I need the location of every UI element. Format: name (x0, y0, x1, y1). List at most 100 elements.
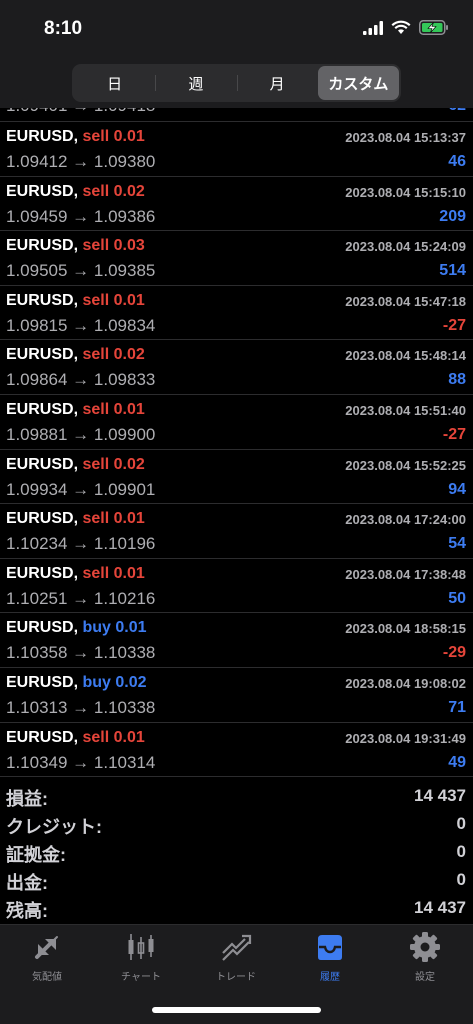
trade-row[interactable]: EURUSD, sell 0.03 2023.08.04 15:24:09 1.09… (0, 231, 473, 286)
trade-side-volume: sell 0.01 (82, 128, 145, 145)
trade-symbol: EURUSD, (6, 564, 79, 582)
trade-side-volume: buy 0.01 (82, 619, 147, 637)
trade-profit: -29 (442, 644, 466, 662)
summary-row-balance: 残高: 14 437 (0, 894, 473, 922)
trade-timestamp: 2023.08.04 19:31:49 (345, 730, 466, 746)
history-icon (318, 935, 342, 960)
trade-history-list[interactable]: 1.09401 → 1.09418 62 EURUSD, sell 0.01 20… (0, 108, 473, 778)
trade-timestamp: 2023.08.04 15:51:40 (345, 402, 466, 418)
segment-custom[interactable]: カスタム (317, 66, 399, 100)
tab-trade[interactable]: トレード (196, 931, 276, 983)
trade-symbol: EURUSD, (6, 291, 79, 309)
tab-history[interactable]: 履歴 (290, 931, 370, 983)
trade-prices: 1.09881 → 1.09900 (6, 424, 156, 444)
trade-symbol: EURUSD, (6, 346, 79, 364)
trade-side-volume: sell 0.03 (82, 237, 145, 255)
summary-label: 損益: (6, 789, 48, 809)
trade-profit: 46 (448, 153, 466, 170)
trade-row[interactable]: EURUSD, sell 0.01 2023.08.04 15:47:18 1.09… (0, 286, 473, 341)
trade-prices: 1.09412 → 1.09380 (6, 152, 156, 171)
trade-prices: 1.09934 → 1.09901 (6, 479, 156, 499)
trade-symbol-side: EURUSD, sell 0.02 (6, 346, 145, 364)
summary-row-credit: クレジット: 0 (0, 810, 473, 838)
tab-label: 履歴 (320, 972, 340, 983)
tab-chart[interactable]: チャート (101, 931, 181, 983)
trade-side-volume: sell 0.01 (82, 291, 145, 309)
tab-settings[interactable]: 設定 (385, 931, 465, 983)
trade-symbol: EURUSD, (6, 510, 79, 528)
trade-profit: 209 (439, 207, 466, 225)
segment-week[interactable]: 週 (155, 66, 236, 100)
trade-row[interactable]: EURUSD, buy 0.02 2023.08.04 19:08:02 1.103… (0, 668, 473, 723)
summary-label: 証拠金: (6, 845, 66, 865)
trade-row[interactable]: EURUSD, sell 0.01 2023.08.04 15:51:40 1.09… (0, 395, 473, 450)
trade-row[interactable]: EURUSD, sell 0.02 2023.08.04 15:15:10 1.09… (0, 177, 473, 232)
trade-row[interactable]: EURUSD, sell 0.01 2023.08.04 19:31:49 1.10… (0, 723, 473, 778)
trade-prices: 1.09864 → 1.09833 (6, 370, 156, 390)
trade-symbol-side: EURUSD, sell 0.03 (6, 237, 145, 255)
tab-label: 気配値 (32, 972, 62, 983)
trade-row[interactable]: EURUSD, buy 0.01 2023.08.04 18:58:15 1.103… (0, 613, 473, 668)
trade-timestamp: 2023.08.04 17:38:48 (345, 566, 466, 582)
tab-label: 設定 (415, 972, 435, 983)
trade-row-partial[interactable]: 1.09401 → 1.09418 62 (0, 108, 473, 122)
period-selector-bar: 日 週 月 カスタム (0, 60, 473, 108)
summary-value: 0 (456, 842, 466, 861)
trade-timestamp: 2023.08.04 15:15:10 (345, 184, 466, 200)
trade-side-volume: sell 0.01 (82, 564, 145, 582)
trade-row[interactable]: EURUSD, sell 0.01 2023.08.04 17:38:48 1.10… (0, 559, 473, 614)
trade-symbol: EURUSD, (6, 455, 79, 473)
quotes-icon (35, 936, 58, 959)
segment-month[interactable]: 月 (236, 66, 318, 100)
home-indicator (152, 1007, 321, 1013)
tab-quotes[interactable]: 気配値 (7, 931, 87, 983)
trade-symbol: EURUSD, (6, 673, 79, 691)
trade-timestamp: 2023.08.04 17:24:00 (345, 512, 466, 528)
tab-label: チャート (121, 972, 161, 983)
status-bar: 8:10 (0, 0, 473, 60)
period-segmented-control: 日 週 月 カスタム (72, 64, 401, 102)
trade-profit: 94 (448, 480, 466, 498)
trade-row[interactable]: EURUSD, sell 0.02 2023.08.04 15:52:25 1.09… (0, 450, 473, 505)
trade-profit: 514 (439, 262, 466, 280)
trade-symbol: EURUSD, (6, 237, 79, 255)
trade-profit: 71 (448, 698, 466, 716)
trade-profit: 49 (448, 753, 466, 771)
trade-prices: 1.09815 → 1.09834 (6, 315, 156, 335)
trade-side-volume: sell 0.02 (82, 182, 145, 200)
trade-profit: -27 (442, 316, 466, 334)
trade-prices: 1.10349 → 1.10314 (6, 752, 156, 772)
trade-symbol-side: EURUSD, buy 0.02 (6, 674, 147, 692)
trade-timestamp: 2023.08.04 15:47:18 (345, 293, 466, 309)
trade-timestamp: 2023.08.04 19:08:02 (345, 675, 466, 691)
trade-symbol-side: EURUSD, sell 0.02 (6, 456, 145, 474)
trade-prices: 1.10234 → 1.10196 (6, 534, 156, 554)
trade-profit: 88 (448, 371, 466, 389)
segment-day[interactable]: 日 (74, 66, 155, 100)
trade-prices: 1.10313 → 1.10338 (6, 697, 156, 717)
trade-prices: 1.09505 → 1.09385 (6, 261, 156, 281)
chart-icon (128, 934, 154, 960)
trade-row[interactable]: EURUSD, sell 0.01 2023.08.04 15:13:37 1.09… (0, 122, 473, 177)
trade-timestamp: 2023.08.04 15:13:37 (345, 130, 466, 145)
trade-prices: 1.10251 → 1.10216 (6, 588, 156, 608)
trade-prices: 1.09459 → 1.09386 (6, 206, 156, 226)
status-time: 8:10 (44, 18, 83, 39)
trade-side-volume: sell 0.02 (82, 346, 145, 364)
trade-side-volume: sell 0.02 (82, 455, 145, 473)
trade-symbol: EURUSD, (6, 400, 79, 418)
status-icons (363, 20, 449, 35)
summary-label: クレジット: (6, 817, 102, 837)
trade-row[interactable]: EURUSD, sell 0.01 2023.08.04 17:24:00 1.10… (0, 504, 473, 559)
trade-profit: -27 (442, 425, 466, 443)
trade-prices: 1.09401 → 1.09418 (6, 108, 155, 116)
battery-charging-icon (419, 20, 448, 35)
summary-row-withdrawal: 出金: 0 (0, 866, 473, 894)
summary-panel: 損益: 14 437 クレジット: 0 証拠金: 0 出金: 0 残高: 14 … (0, 782, 473, 922)
trade-symbol: EURUSD, (6, 619, 79, 637)
tab-label: トレード (216, 972, 256, 983)
trade-prices: 1.10358 → 1.10338 (6, 643, 156, 663)
trade-row[interactable]: EURUSD, sell 0.02 2023.08.04 15:48:14 1.09… (0, 340, 473, 395)
trade-side-volume: sell 0.01 (82, 510, 145, 528)
trade-symbol-side: EURUSD, sell 0.01 (6, 510, 145, 528)
